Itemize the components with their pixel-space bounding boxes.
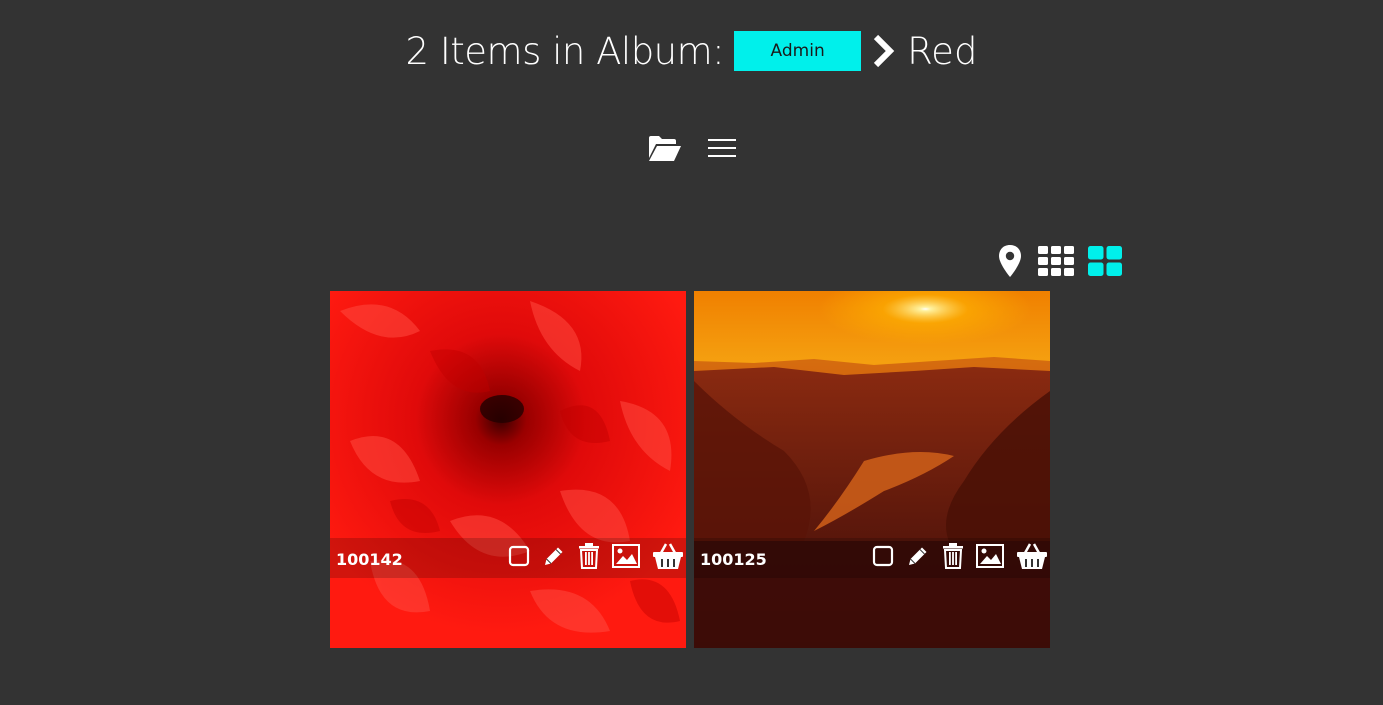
view-controls	[996, 244, 1122, 278]
album-header: 2 Items in Album: Admin Red	[0, 28, 1383, 74]
album-breadcrumb-button[interactable]: Admin	[734, 31, 862, 71]
photo-card[interactable]: 100142	[330, 291, 686, 648]
album-toolbar	[0, 134, 1383, 162]
photo-card[interactable]: 100125	[694, 291, 1050, 648]
image-icon[interactable]	[612, 544, 640, 568]
page-title: 2 Items in Album:	[405, 29, 725, 73]
large-grid-icon[interactable]	[1088, 246, 1122, 276]
trash-icon[interactable]	[942, 543, 964, 569]
photo-id: 100142	[336, 550, 403, 569]
image-icon[interactable]	[976, 544, 1004, 568]
card-actions	[872, 542, 1048, 570]
checkbox-icon[interactable]	[508, 545, 530, 567]
basket-icon[interactable]	[1016, 542, 1048, 570]
small-grid-icon[interactable]	[1038, 246, 1074, 276]
basket-icon[interactable]	[652, 542, 684, 570]
hamburger-menu-icon[interactable]	[707, 137, 736, 159]
red-flower-image	[330, 291, 686, 648]
map-pin-icon[interactable]	[996, 244, 1024, 278]
chevron-right-icon	[871, 33, 897, 69]
photo-grid: 100142 100125	[330, 291, 1050, 648]
pencil-icon[interactable]	[542, 544, 566, 568]
current-album-name: Red	[907, 29, 978, 73]
pencil-icon[interactable]	[906, 544, 930, 568]
trash-icon[interactable]	[578, 543, 600, 569]
canyon-sunset-image	[694, 291, 1050, 648]
folder-open-icon[interactable]	[648, 134, 682, 162]
photo-id: 100125	[700, 550, 767, 569]
card-actions	[508, 542, 684, 570]
checkbox-icon[interactable]	[872, 545, 894, 567]
